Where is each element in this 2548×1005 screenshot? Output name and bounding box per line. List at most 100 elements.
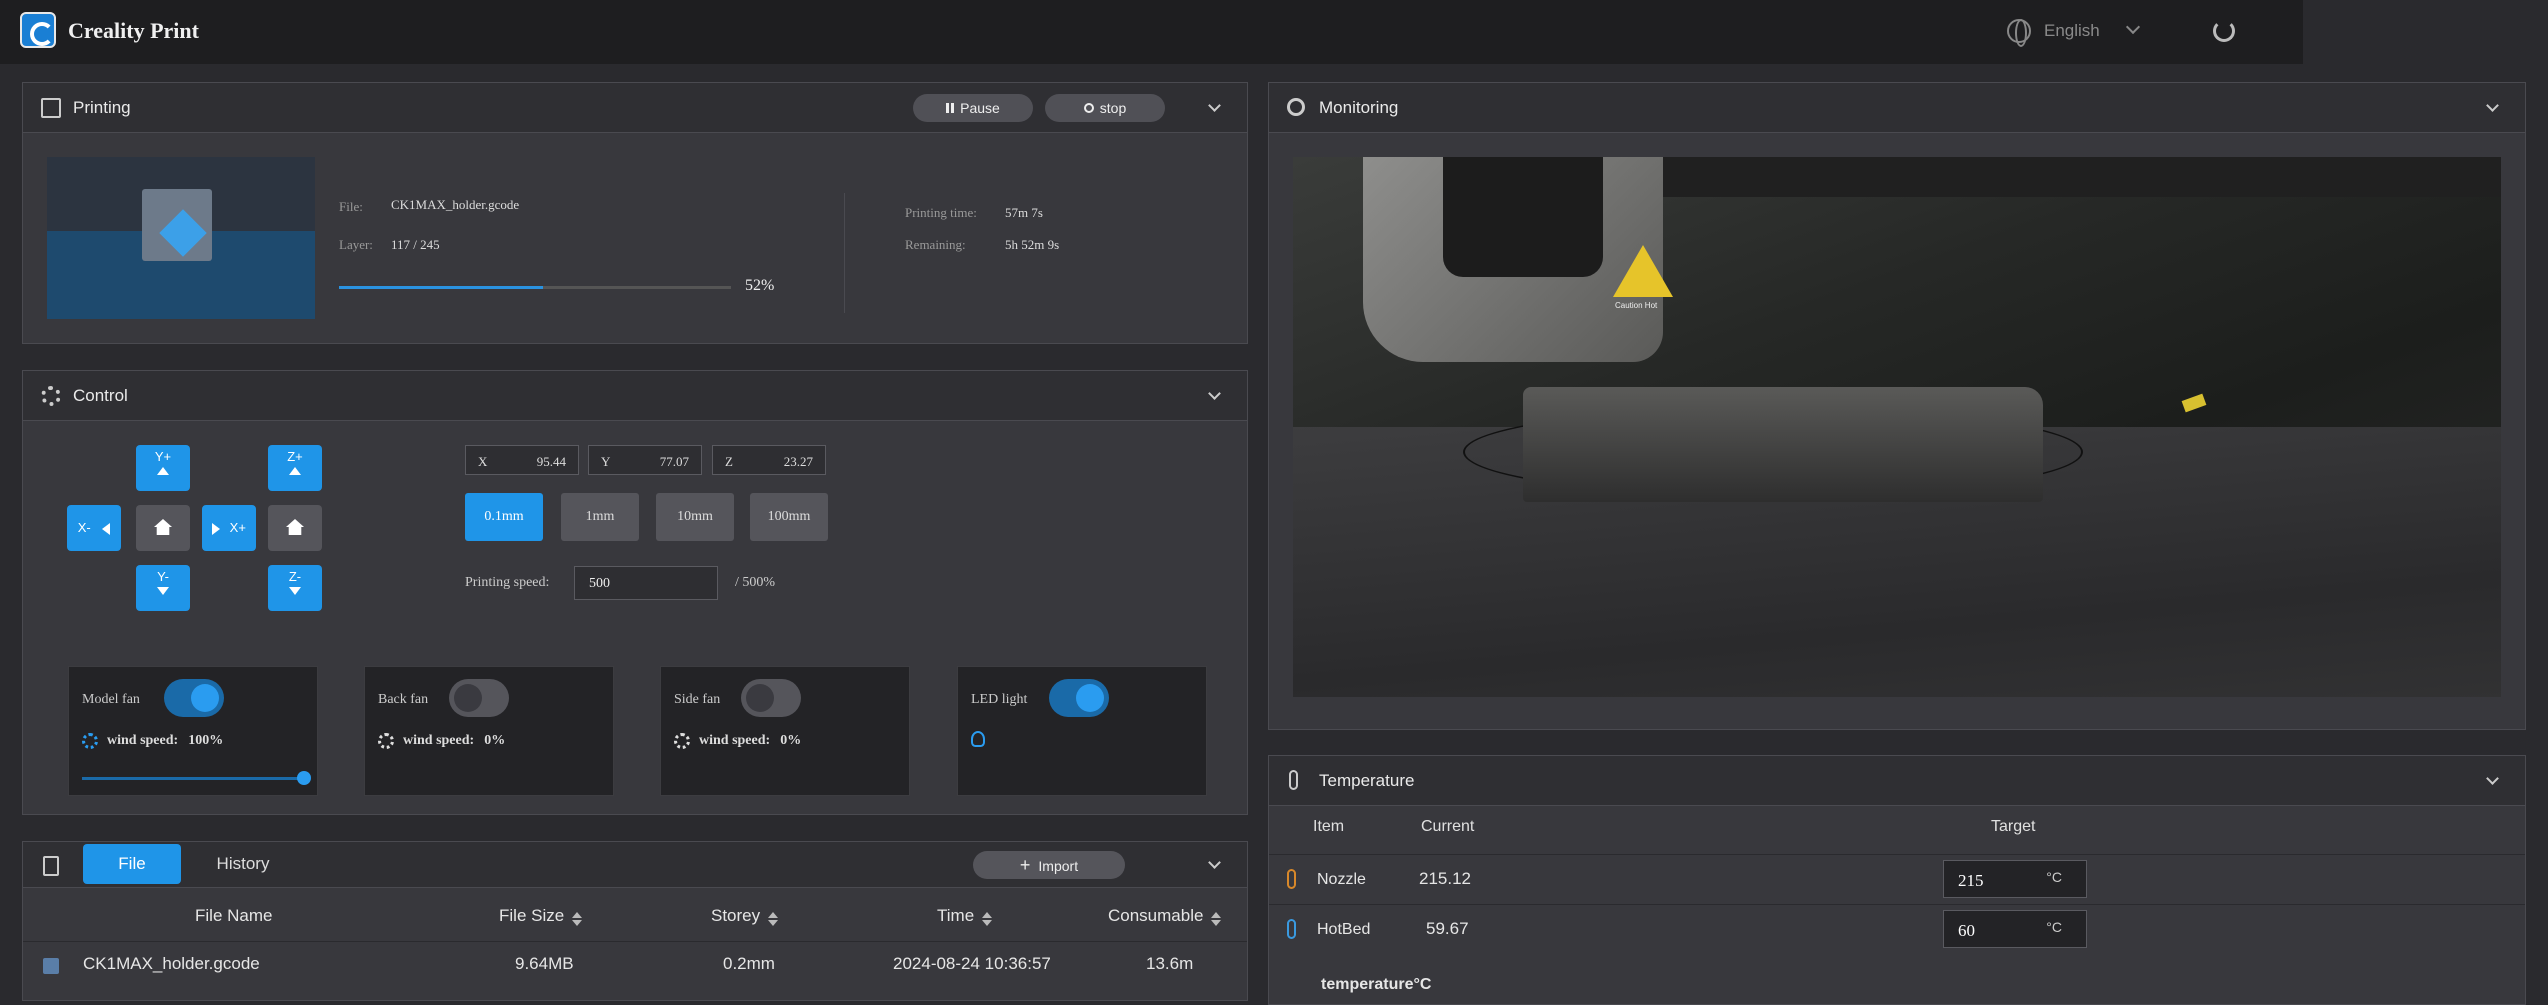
step-100mm-button[interactable]: 100mm (750, 493, 828, 541)
collapse-chevron-icon[interactable] (1208, 856, 1221, 869)
led-light-label: LED light (971, 692, 1028, 707)
jog-x-plus-button[interactable]: X+ (202, 505, 256, 551)
temperature-title: Temperature (1319, 771, 1415, 790)
wind-speed-label: wind speed: (403, 733, 475, 748)
sort-icon[interactable] (572, 912, 583, 926)
jog-label: Z- (288, 569, 302, 584)
row-file-name: CK1MAX_holder.gcode (83, 954, 260, 973)
column-label: Time (937, 906, 975, 925)
home-xy-button[interactable] (136, 505, 190, 551)
nozzle-thermometer-icon (1287, 869, 1296, 889)
wind-speed-value: 100% (188, 733, 224, 748)
refresh-icon[interactable] (2213, 20, 2235, 42)
model-fan-slider[interactable] (82, 771, 311, 785)
collapse-chevron-icon[interactable] (1208, 387, 1221, 400)
row-storey: 0.2mm (723, 954, 775, 973)
monitoring-title: Monitoring (1319, 98, 1399, 117)
tab-file[interactable]: File (83, 844, 181, 884)
light-bulb-icon (971, 731, 985, 747)
wind-speed-label: wind speed: (107, 733, 179, 748)
language-select[interactable]: English (2044, 21, 2100, 41)
table-row[interactable]: CK1MAX_holder.gcode 9.64MB 0.2mm 2024-08… (23, 941, 1247, 1001)
column-current: Current (1421, 818, 1475, 835)
camera-feed: Caution Hot (1293, 157, 2501, 697)
sort-icon[interactable] (982, 912, 993, 926)
fan-icon (82, 733, 98, 749)
collapse-chevron-icon[interactable] (1208, 99, 1221, 112)
globe-icon[interactable] (2007, 19, 2031, 47)
app-title: Creality Print (68, 18, 199, 43)
arrow-right-icon (212, 522, 221, 535)
printing-speed-label: Printing speed: (465, 575, 550, 590)
arrow-up-icon (289, 467, 301, 475)
progress-percent: 52% (745, 277, 775, 294)
printer-icon (41, 98, 61, 118)
column-consumable[interactable]: Consumable (1108, 906, 1222, 926)
stop-label: stop (1099, 100, 1127, 116)
fan-icon (674, 733, 690, 749)
printing-speed-input[interactable]: 500 (574, 566, 718, 600)
printing-title: Printing (73, 98, 131, 117)
arrow-left-icon (102, 522, 111, 535)
sort-icon[interactable] (768, 912, 779, 926)
jog-z-plus-button[interactable]: Z+ (268, 445, 322, 491)
pause-label: Pause (960, 100, 1000, 116)
file-value: CK1MAX_holder.gcode (391, 197, 520, 212)
step-1mm-button[interactable]: 1mm (561, 493, 639, 541)
chevron-down-icon[interactable] (2125, 19, 2141, 35)
jog-label: Z+ (287, 449, 303, 464)
hotbed-target-input[interactable]: 60 °C (1943, 910, 2087, 948)
step-10mm-button[interactable]: 10mm (656, 493, 734, 541)
printing-time-label: Printing time: (905, 205, 977, 220)
remaining-label: Remaining: (905, 237, 966, 252)
nozzle-target-input[interactable]: 215 °C (1943, 860, 2087, 898)
coord-y-label: Y (601, 454, 611, 469)
temperature-panel: Temperature Item Current Target Nozzle 2… (1268, 755, 2526, 1005)
column-item: Item (1313, 818, 1345, 835)
back-fan-toggle[interactable] (449, 679, 509, 717)
nozzle-target-value: 215 (1958, 871, 1984, 890)
stop-button[interactable]: stop (1045, 94, 1165, 122)
side-fan-card: Side fan wind speed: 0% (660, 666, 910, 796)
webcam-icon (1287, 98, 1305, 116)
jog-z-minus-button[interactable]: Z- (268, 565, 322, 611)
control-title: Control (73, 386, 128, 405)
coord-y: Y 77.07 (588, 445, 702, 475)
home-z-button[interactable] (268, 505, 322, 551)
collapse-chevron-icon[interactable] (2486, 772, 2499, 785)
printing-speed-max: / 500% (735, 575, 776, 590)
sort-icon[interactable] (1211, 912, 1222, 926)
column-target: Target (1991, 818, 2036, 835)
import-label: Import (1038, 858, 1079, 874)
jog-label: X+ (229, 520, 246, 535)
gear-icon (41, 386, 61, 406)
jog-y-plus-button[interactable]: Y+ (136, 445, 190, 491)
coord-x-value: 95.44 (536, 454, 566, 469)
step-0.1mm-button[interactable]: 0.1mm (465, 493, 543, 541)
stop-icon (1083, 103, 1094, 113)
led-light-toggle[interactable] (1049, 679, 1109, 717)
column-file-size[interactable]: File Size (499, 906, 583, 926)
column-label: Storey (711, 906, 761, 925)
column-storey[interactable]: Storey (711, 906, 779, 926)
hotbed-thermometer-icon (1287, 919, 1296, 939)
temperature-row-hotbed: HotBed 59.67 60 °C (1269, 904, 2525, 954)
tab-history[interactable]: History (193, 844, 293, 884)
slider-handle[interactable] (297, 771, 311, 785)
printing-speed-value: 500 (589, 576, 610, 591)
collapse-chevron-icon[interactable] (2486, 99, 2499, 112)
monitoring-header: Monitoring (1269, 83, 2525, 133)
layer-label: Layer: (339, 237, 373, 252)
column-time[interactable]: Time (937, 906, 993, 926)
layer-value: 117 / 245 (391, 237, 440, 252)
model-fan-toggle[interactable] (164, 679, 224, 717)
model-fan-wind-speed: wind speed: 100% (107, 733, 223, 749)
pause-button[interactable]: Pause (913, 94, 1033, 122)
model-fan-label: Model fan (82, 692, 140, 707)
jog-y-minus-button[interactable]: Y- (136, 565, 190, 611)
fan-icon (378, 733, 394, 749)
side-fan-toggle[interactable] (741, 679, 801, 717)
import-button[interactable]: + Import (973, 851, 1125, 879)
coord-z: Z 23.27 (712, 445, 826, 475)
jog-x-minus-button[interactable]: X- (67, 505, 121, 551)
